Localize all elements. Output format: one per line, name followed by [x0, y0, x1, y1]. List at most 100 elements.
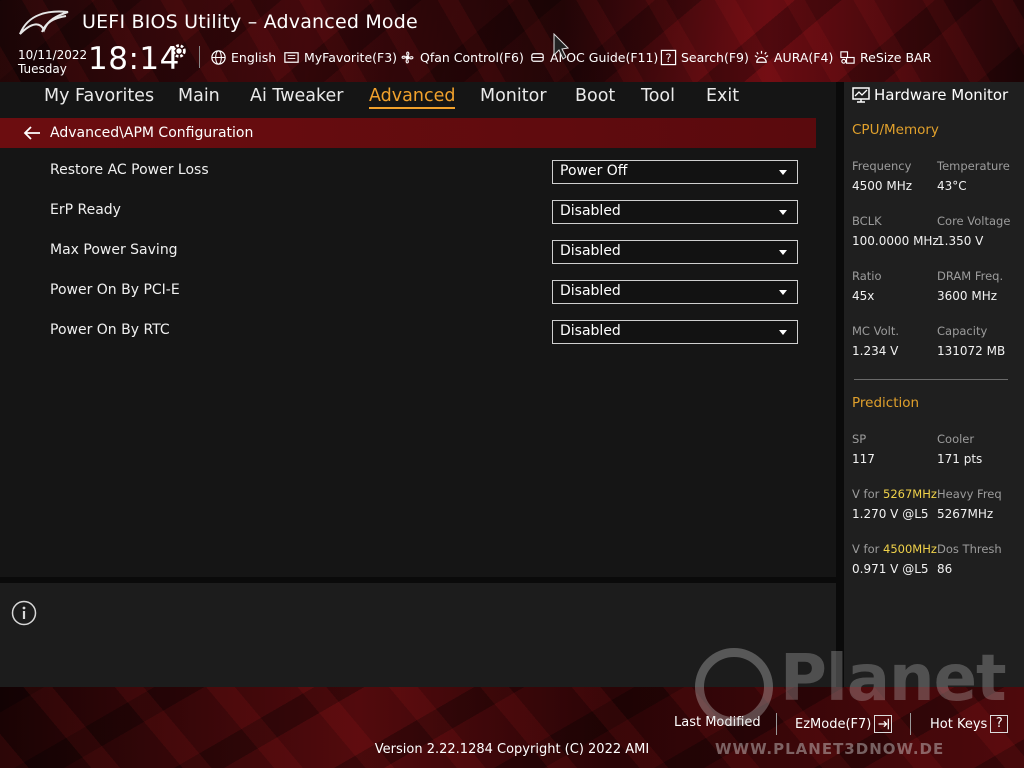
menu-tab-tool[interactable]: Tool	[641, 86, 675, 106]
hw-label-dos-thresh: Dos Thresh	[937, 542, 1002, 556]
hw-value-core-voltage: 1.350 V	[937, 234, 984, 248]
hw-label-v-for-heavy: V for 5267MHz	[852, 487, 937, 501]
resize-bar-button[interactable]: ReSize BAR	[839, 48, 931, 66]
hw-section-divider	[854, 379, 1008, 380]
globe-icon	[211, 49, 226, 65]
search-question-icon: ?	[660, 49, 677, 65]
hw-label-core-voltage: Core Voltage	[937, 214, 1011, 228]
myfavorite-label: MyFavorite(F3)	[304, 49, 398, 65]
power-on-by-pcie-select[interactable]: Disabled	[552, 280, 798, 304]
watermark-url: WWW.PLANET3DNOW.DE	[715, 740, 945, 758]
hw-value-dram-freq: 3600 MHz	[937, 289, 998, 303]
cpu-memory-section-title: CPU/Memory	[852, 122, 939, 138]
setting-label: Restore AC Power Loss	[50, 162, 209, 178]
hardware-monitor-label: Hardware Monitor	[874, 86, 1009, 104]
gear-icon[interactable]	[170, 42, 188, 60]
watermark-logo-icon	[695, 648, 773, 726]
select-value: Disabled	[560, 243, 621, 259]
hw-label-v-for-dos: V for 4500MHz	[852, 542, 937, 556]
menu-tab-exit[interactable]: Exit	[706, 86, 739, 106]
setting-row-power-on-by-rtc: Power On By RTC Disabled	[50, 320, 800, 344]
hotkeys-button[interactable]: Hot Keys ?	[930, 715, 1009, 733]
dropdown-arrow-icon	[779, 250, 787, 255]
header-divider	[199, 46, 200, 68]
clock-time: 18:14	[88, 41, 180, 77]
hw-value-temperature: 43°C	[937, 179, 967, 193]
select-value: Disabled	[560, 203, 621, 219]
breadcrumb: Advanced\APM Configuration	[0, 118, 816, 148]
hw-label-temperature: Temperature	[937, 159, 1010, 173]
question-key-icon: ?	[990, 715, 1009, 733]
hw-label-mc-volt: MC Volt.	[852, 324, 899, 338]
qfan-control-button[interactable]: Qfan Control(F6)	[399, 48, 524, 66]
watermark-brand: Planet	[780, 642, 1007, 716]
erp-ready-select[interactable]: Disabled	[552, 200, 798, 224]
date-text: 10/11/2022	[18, 48, 88, 62]
search-button[interactable]: ? Search(F9)	[660, 48, 749, 66]
dropdown-arrow-icon	[779, 330, 787, 335]
info-icon	[11, 600, 37, 626]
aura-button[interactable]: AURA(F4)	[753, 48, 833, 66]
select-value: Disabled	[560, 323, 621, 339]
hw-value-cooler: 171 pts	[937, 452, 983, 466]
hw-value-ratio: 45x	[852, 289, 875, 303]
ai-chip-icon	[531, 52, 544, 62]
max-power-saving-select[interactable]: Disabled	[552, 240, 798, 264]
menu-tab-my-favorites[interactable]: My Favorites	[44, 86, 154, 106]
footer-divider	[776, 713, 777, 735]
hw-label-frequency: Frequency	[852, 159, 912, 173]
hw-label-dram-freq: DRAM Freq.	[937, 269, 1004, 283]
hw-label-capacity: Capacity	[937, 324, 988, 338]
v-for-frequency: 4500MHz	[883, 542, 937, 556]
hw-value-heavy-freq: 5267MHz	[937, 507, 994, 521]
footer-divider	[910, 713, 911, 735]
hw-value-bclk: 100.0000 MHz	[852, 234, 939, 248]
language-button[interactable]: English	[210, 48, 276, 66]
setting-label: Max Power Saving	[50, 242, 178, 258]
menu-tab-boot[interactable]: Boot	[575, 86, 615, 106]
hw-value-dos-thresh: 86	[937, 562, 953, 576]
svg-text:?: ?	[665, 50, 671, 64]
hardware-monitor-panel: Hardware Monitor CPU/Memory Frequency 45…	[844, 82, 1024, 687]
myfavorite-button[interactable]: MyFavorite(F3)	[283, 48, 397, 66]
menu-tab-main[interactable]: Main	[178, 86, 220, 106]
hw-value-v-for-heavy: 1.270 V @L5	[852, 507, 929, 521]
hw-value-mc-volt: 1.234 V	[852, 344, 899, 358]
hw-label-heavy-freq: Heavy Freq	[937, 487, 1002, 501]
language-label: English	[231, 49, 277, 65]
menu-tab-advanced[interactable]: Advanced	[369, 86, 456, 109]
setting-row-max-power-saving: Max Power Saving Disabled	[50, 240, 800, 264]
dropdown-arrow-icon	[779, 170, 787, 175]
date-display: 10/11/2022 Tuesday	[18, 48, 87, 76]
power-on-by-rtc-select[interactable]: Disabled	[552, 320, 798, 344]
ezmode-button[interactable]: EzMode(F7)	[795, 715, 893, 733]
hw-value-frequency: 4500 MHz	[852, 179, 913, 193]
hw-label-ratio: Ratio	[852, 269, 882, 283]
hw-label-bclk: BCLK	[852, 214, 882, 228]
setting-label: Power On By PCI-E	[50, 282, 180, 298]
restore-ac-power-loss-select[interactable]: Power Off	[552, 160, 798, 184]
dropdown-arrow-icon	[779, 290, 787, 295]
aura-label: AURA(F4)	[774, 49, 834, 65]
settings-panel: Advanced\APM Configuration Restore AC Po…	[0, 112, 836, 577]
header-bar: UEFI BIOS Utility – Advanced Mode 10/11/…	[0, 0, 1024, 82]
setting-row-erp-ready: ErP Ready Disabled	[50, 200, 800, 224]
dropdown-arrow-icon	[779, 210, 787, 215]
v-for-prefix: V for	[852, 542, 883, 556]
fan-icon	[401, 51, 414, 63]
v-for-prefix: V for	[852, 487, 883, 501]
back-arrow-icon[interactable]	[23, 126, 41, 140]
ai-oc-guide-button[interactable]: AI OC Guide(F11)	[529, 48, 658, 66]
hw-value-v-for-dos: 0.971 V @L5	[852, 562, 929, 576]
select-value: Disabled	[560, 283, 621, 299]
resize-bar-icon	[840, 50, 855, 64]
setting-label: Power On By RTC	[50, 322, 170, 338]
menu-tab-monitor[interactable]: Monitor	[480, 86, 547, 106]
rog-logo-icon	[19, 10, 69, 35]
exit-arrow-icon	[874, 715, 893, 733]
aura-light-icon	[754, 50, 769, 63]
menu-tab-ai-tweaker[interactable]: Ai Tweaker	[250, 86, 343, 106]
main-menu-bar: My Favorites Main Ai Tweaker Advanced Mo…	[0, 82, 836, 112]
day-text: Tuesday	[18, 62, 67, 76]
breadcrumb-path: Advanced\APM Configuration	[50, 125, 254, 141]
